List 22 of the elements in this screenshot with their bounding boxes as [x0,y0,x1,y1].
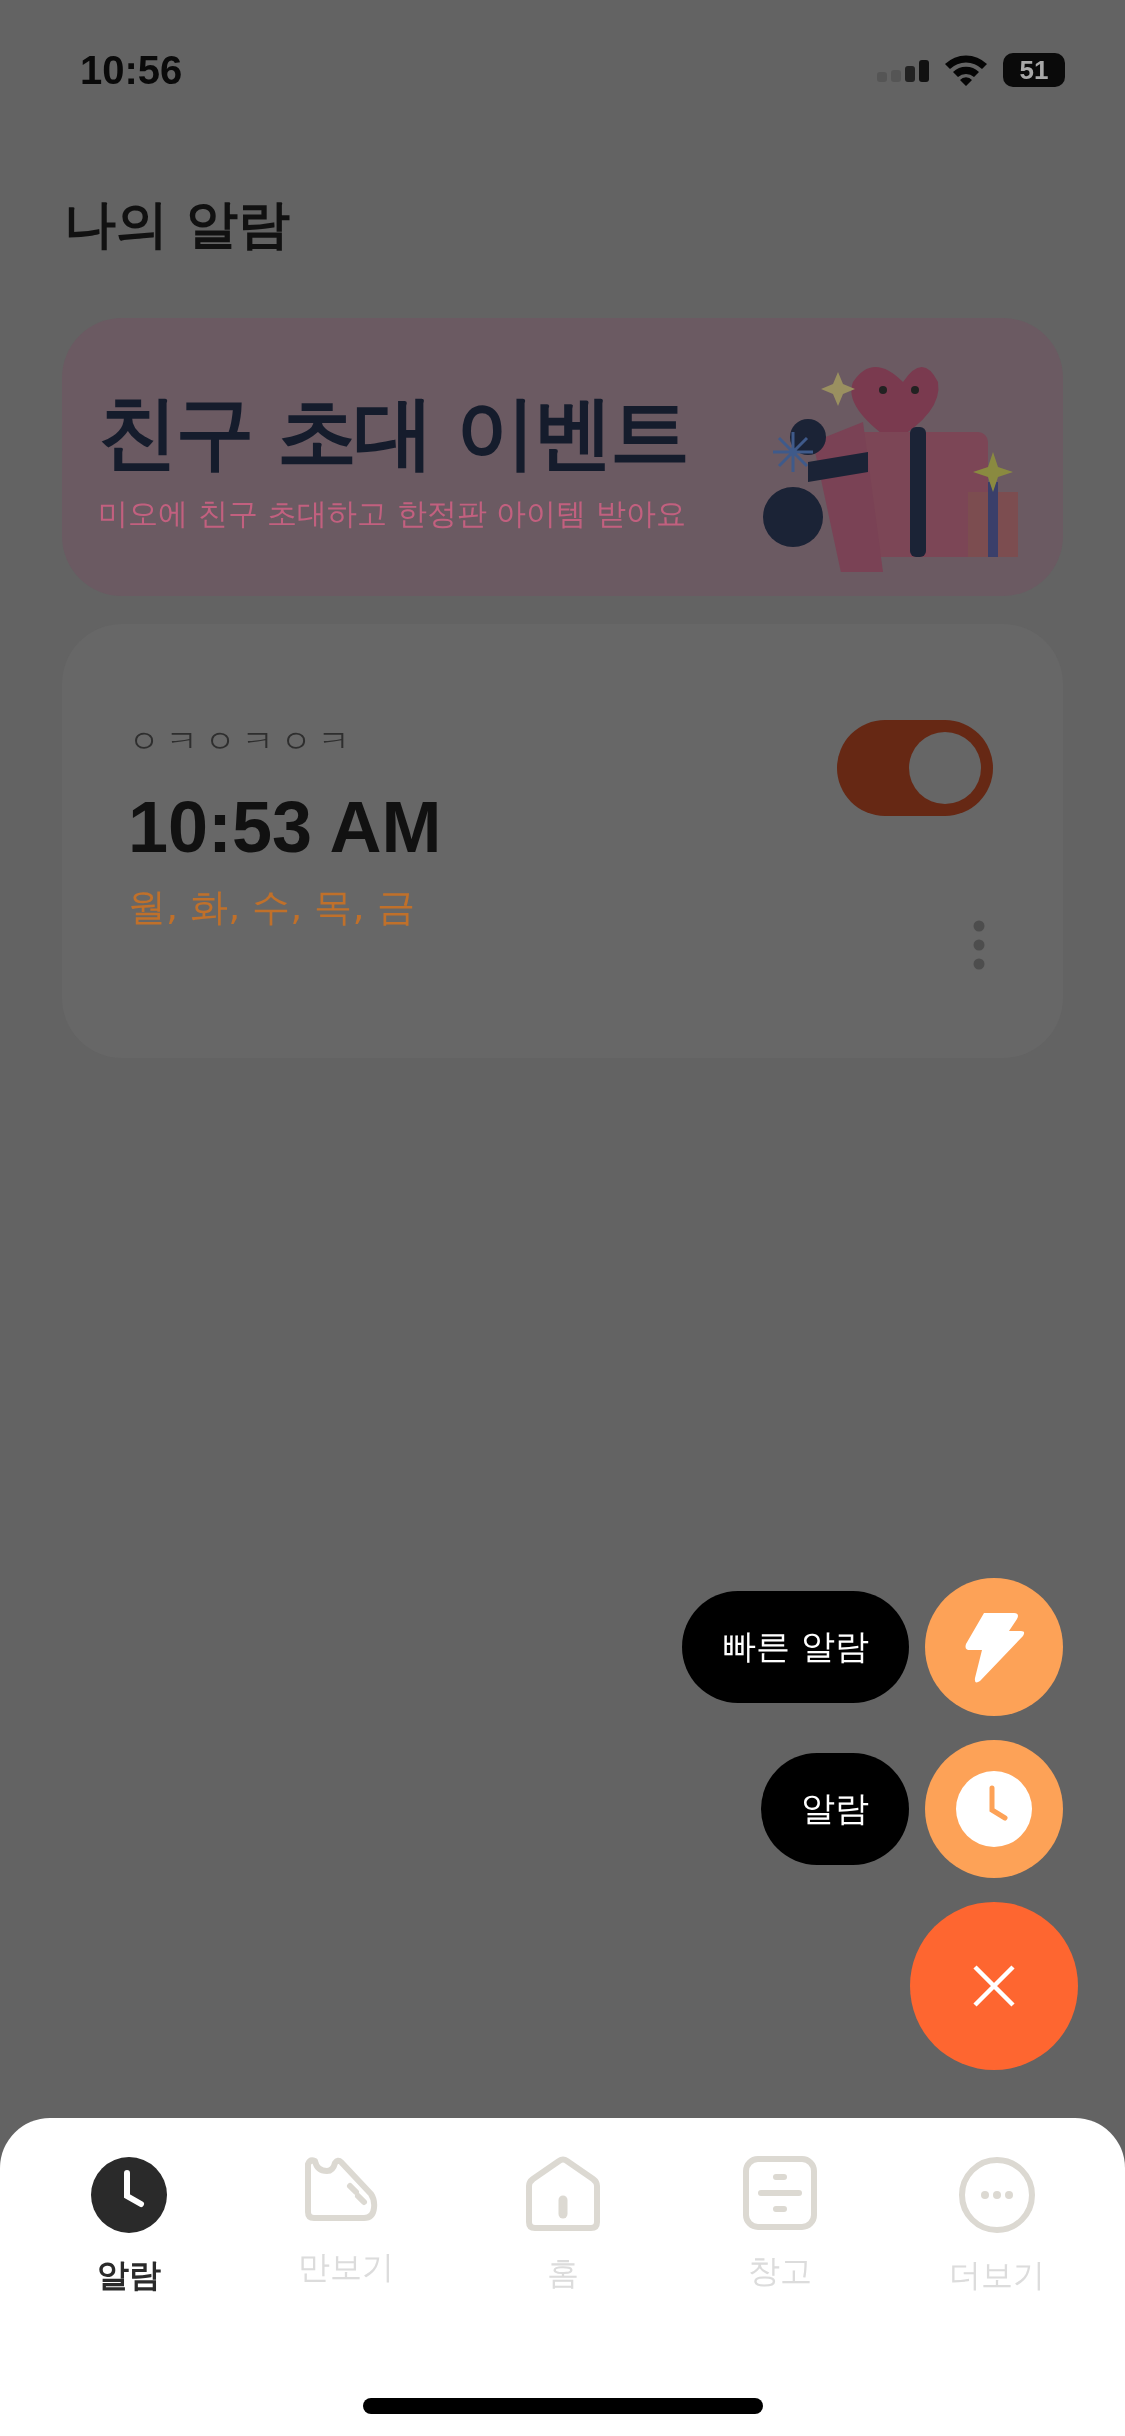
signal-icon [877,58,929,82]
alarm-time: 10:53 AM [128,786,442,868]
alarm-card[interactable]: ㅇㅋㅇㅋㅇㅋ 10:53 AM 월, 화, 수, 목, 금 [62,624,1063,1058]
page-title: 나의 알람 [64,193,292,256]
battery-icon: 51 [1003,53,1065,87]
clock-icon [956,1771,1032,1847]
alarm-label: ㅇㅋㅇㅋㅇㅋ [128,721,357,762]
close-icon [972,1964,1016,2008]
action-label[interactable]: 빠른 알람 [682,1591,909,1703]
banner-subtitle: 미오에 친구 초대하고 한정판 아이템 받아요 [98,494,687,533]
more-icon [957,2156,1036,2234]
clock-icon [89,2156,168,2234]
tab[interactable]: 알람 [43,2156,214,2298]
action-label[interactable]: 알람 [761,1753,909,1865]
alarm-days: 월, 화, 수, 목, 금 [128,882,442,933]
wifi-icon [943,53,989,87]
status-time: 10:56 [80,47,183,93]
drawer-icon [742,2156,817,2230]
event-banner[interactable]: 친구 초대 이벤트 미오에 친구 초대하고 한정판 아이템 받아요 [62,318,1063,596]
more-icon [973,920,985,970]
banner-title: 친구 초대 이벤트 [98,384,687,481]
house-icon [524,2156,601,2232]
